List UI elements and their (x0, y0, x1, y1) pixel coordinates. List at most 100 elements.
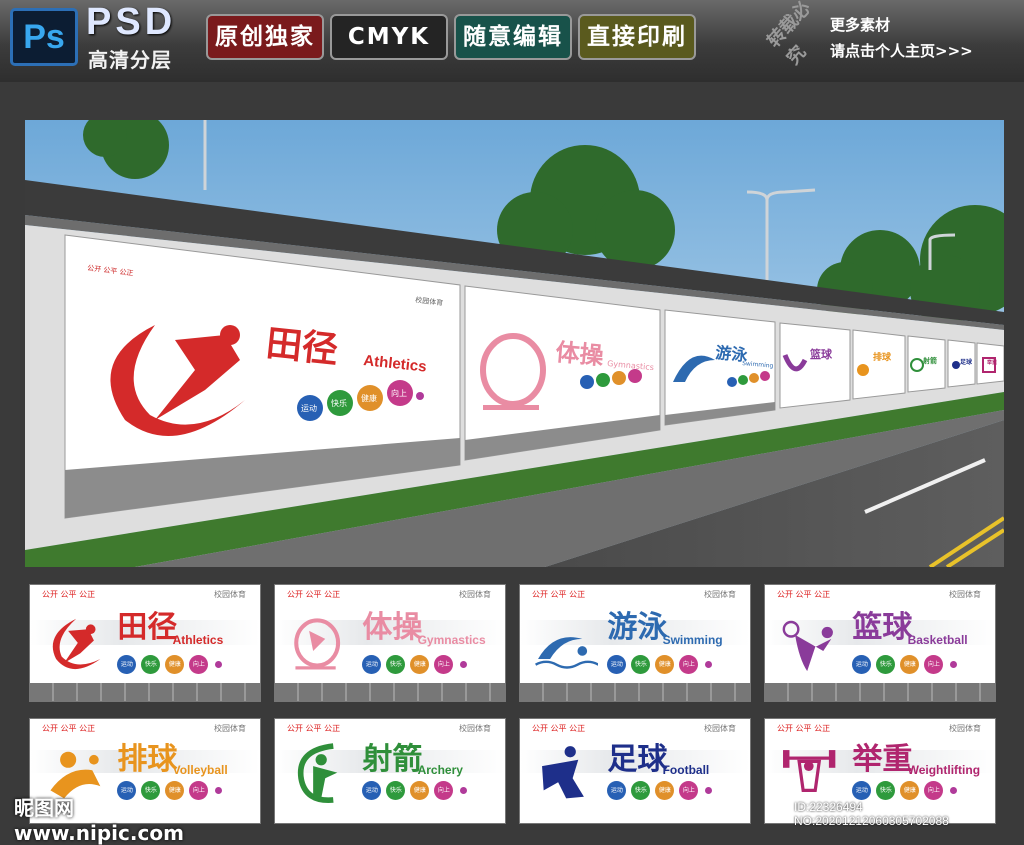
wall-big-cn: 田径 (264, 323, 340, 371)
gymnast-icon (294, 617, 340, 670)
chip-label: 快乐 (876, 654, 896, 674)
chip-label: 快乐 (141, 654, 161, 674)
panel-badge: 校园体育 (459, 590, 491, 599)
sport-panel-basketball: 公开 公平 公正 校园体育 篮球 Basketball 运动 快乐 健康 向上 (764, 584, 996, 702)
panel-title-en: Archery (417, 762, 463, 777)
chip-label: 健康 (655, 781, 675, 801)
chip-label: 快乐 (631, 654, 651, 674)
svg-text:射箭: 射箭 (922, 356, 937, 365)
panel-title-en: Swimming (662, 633, 723, 648)
panel-caption: 公开 公平 公正 (287, 724, 341, 733)
panel-chips: 运动 快乐 健康 向上 (117, 654, 255, 679)
free-edit-button[interactable]: 随意编辑 (454, 14, 572, 60)
accent-dot (460, 787, 468, 795)
wall-scene-image: 公开 公平 公正 校园体育 田径 Athletics 运动 快乐 健康 向上 体… (25, 120, 1004, 567)
chip-label: 运动 (852, 654, 872, 674)
more-materials-text[interactable]: 更多素材 (830, 14, 1010, 36)
original-exclusive-button[interactable]: 原创独家 (206, 14, 324, 60)
chip-label: 向上 (434, 654, 454, 674)
panel-chips: 运动 快乐 健康 向上 (362, 654, 500, 679)
sport-panel-swimming: 公开 公平 公正 校园体育 游泳 Swimming 运动 快乐 健康 向上 (519, 584, 751, 702)
svg-text:举重: 举重 (986, 359, 997, 366)
svg-text:运动: 运动 (301, 403, 317, 413)
panel-caption: 公开 公平 公正 (777, 724, 831, 733)
chip-label: 健康 (655, 654, 675, 674)
brick-base (520, 683, 750, 701)
svg-text:排球: 排球 (873, 351, 892, 363)
watermark-left: 昵图网 www.nipic.com (14, 796, 184, 845)
street-wall-illustration: 公开 公平 公正 校园体育 田径 Athletics 运动 快乐 健康 向上 体… (25, 120, 1004, 567)
chip-label: 向上 (679, 654, 699, 674)
direct-print-button[interactable]: 直接印刷 (578, 14, 696, 60)
chip-label: 向上 (924, 654, 944, 674)
panel-chips: 运动 快乐 健康 向上 (852, 654, 990, 679)
chip-label: 向上 (924, 781, 944, 801)
psd-subtitle: 高清分层 (88, 48, 172, 72)
panel-badge: 校园体育 (214, 590, 246, 599)
chip-label: 向上 (189, 654, 209, 674)
sport-panel-football: 公开 公平 公正 校园体育 足球 Football 运动 快乐 健康 向上 (519, 718, 751, 824)
chip-label: 健康 (900, 654, 920, 674)
chip-label: 快乐 (631, 781, 651, 801)
accent-dot (215, 660, 223, 668)
panel-caption: 公开 公平 公正 (532, 590, 586, 599)
svg-text:健康: 健康 (361, 393, 377, 403)
banner-header: Ps PSD 高清分层 原创独家 CMYK 随意编辑 直接印刷 转载必究 更多素… (0, 0, 1024, 82)
panel-title-en: Football (662, 762, 710, 777)
archer-icon (297, 743, 338, 803)
watermark-right: ID:22326494 NO:20201212060305702088 (794, 800, 949, 828)
accent-dot (950, 787, 958, 795)
chip-label: 健康 (900, 781, 920, 801)
brick-base (765, 683, 995, 701)
chip-label: 向上 (434, 781, 454, 801)
svg-text:篮球: 篮球 (809, 347, 833, 361)
accent-dot (950, 660, 958, 668)
chip-label: 快乐 (386, 781, 406, 801)
svg-text:足球: 足球 (960, 358, 973, 366)
svg-text:快乐: 快乐 (331, 398, 347, 408)
chip-label: 快乐 (386, 654, 406, 674)
chip-label: 向上 (189, 781, 209, 801)
accent-dot (705, 660, 713, 668)
brick-base (30, 683, 260, 701)
wall-mid-cn: 体操 (554, 338, 604, 370)
homepage-link[interactable]: 请点击个人主页>>> (830, 40, 1020, 62)
weightlifter-icon (782, 749, 836, 792)
panel-badge: 校园体育 (459, 724, 491, 733)
chip-label: 运动 (607, 654, 627, 674)
panel-caption: 公开 公平 公正 (777, 590, 831, 599)
photoshop-logo-icon: Ps (10, 8, 78, 66)
swimmer-icon (534, 636, 599, 669)
panel-title-en: Athletics (172, 633, 224, 648)
panel-badge: 校园体育 (949, 724, 981, 733)
svg-text:向上: 向上 (391, 388, 407, 398)
panel-caption: 公开 公平 公正 (287, 590, 341, 599)
panel-title-en: Volleyball (172, 762, 228, 777)
panel-chips: 运动 快乐 健康 向上 (607, 781, 745, 805)
footballer-icon (541, 745, 584, 799)
panel-caption: 公开 公平 公正 (42, 590, 96, 599)
sport-panel-athletics: 公开 公平 公正 校园体育 田径 Athletics 运动 快乐 健康 向上 (29, 584, 261, 702)
accent-dot (460, 660, 468, 668)
psd-title: PSD (86, 1, 177, 43)
chip-label: 运动 (362, 654, 382, 674)
chip-label: 运动 (607, 781, 627, 801)
accent-dot (705, 787, 713, 795)
panel-title-en: Weightlifting (907, 762, 981, 777)
sport-panel-archery: 公开 公平 公正 校园体育 射箭 Archery 运动 快乐 健康 向上 (274, 718, 506, 824)
brick-base (275, 683, 505, 701)
cmyk-button[interactable]: CMYK (330, 14, 448, 60)
basketball-player-icon (782, 620, 833, 671)
chip-label: 健康 (410, 781, 430, 801)
accent-dot (215, 787, 223, 795)
panel-title-en: Gymnastics (417, 633, 486, 648)
panel-badge: 校园体育 (704, 724, 736, 733)
panel-chips: 运动 快乐 健康 向上 (362, 781, 500, 805)
panel-chips: 运动 快乐 健康 向上 (607, 654, 745, 679)
copyright-stamp: 转载必究 (763, 0, 816, 70)
chip-label: 运动 (852, 781, 872, 801)
panel-badge: 校园体育 (704, 590, 736, 599)
chip-label: 健康 (410, 654, 430, 674)
chip-label: 健康 (165, 654, 185, 674)
panel-badge: 校园体育 (949, 590, 981, 599)
